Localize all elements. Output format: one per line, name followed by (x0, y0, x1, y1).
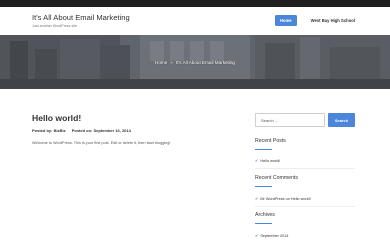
post-content: Welcome to WordPress. This is your first… (32, 141, 171, 145)
post-meta-posted-on-label: Posted on: (71, 128, 93, 133)
archives-underline (255, 223, 272, 224)
nav-item-home[interactable]: Home (274, 15, 297, 26)
recent-post-link-label: Hello world! (260, 159, 281, 163)
archives-title: Archives (255, 212, 275, 218)
search-input[interactable] (255, 113, 325, 127)
top-bar (0, 0, 390, 7)
widget-divider (255, 206, 355, 207)
recent-post-link[interactable]: ✔ Hello world! (255, 158, 280, 163)
recent-comment-link[interactable]: ✔ Mr WordPress on Hello world! (255, 196, 311, 201)
check-icon: ✔ (255, 196, 259, 201)
post-meta-posted-by-label: Posted by: (32, 128, 53, 133)
post-meta: Posted by: BizBiz Posted on: September 1… (32, 128, 131, 133)
archive-link-label: September 2014 (260, 234, 289, 238)
post-author-link[interactable]: BizBiz (54, 128, 66, 133)
check-icon: ✔ (255, 158, 259, 163)
breadcrumb: Home» It's All About Email Marketing (0, 60, 390, 65)
main-nav: Home West Bay High School (274, 15, 360, 26)
nav-item-west-bay-high-school[interactable]: West Bay High School (306, 15, 360, 26)
hero-banner: Home» It's All About Email Marketing (0, 35, 390, 89)
check-icon: ✔ (255, 233, 259, 238)
recent-comments-title: Recent Comments (255, 175, 298, 181)
site-tagline: Just another WordPress site (32, 24, 78, 28)
recent-comments-underline (255, 186, 272, 187)
archive-link[interactable]: ✔ September 2014 (255, 233, 288, 238)
breadcrumb-separator: » (170, 60, 173, 65)
post-title[interactable]: Hello world! (32, 113, 81, 123)
site-title[interactable]: It's All About Email Marketing (32, 13, 130, 22)
search-button[interactable]: Search (328, 113, 355, 127)
recent-posts-title: Recent Posts (255, 138, 286, 144)
site-header: It's All About Email Marketing Just anot… (0, 7, 390, 35)
widget-divider (255, 168, 355, 169)
breadcrumb-current: It's All About Email Marketing (175, 60, 235, 65)
post-date-link[interactable]: September 16, 2014 (94, 128, 131, 133)
recent-posts-underline (255, 149, 272, 150)
breadcrumb-home[interactable]: Home (155, 60, 167, 65)
recent-comment-link-label: Mr WordPress on Hello world! (260, 197, 311, 201)
